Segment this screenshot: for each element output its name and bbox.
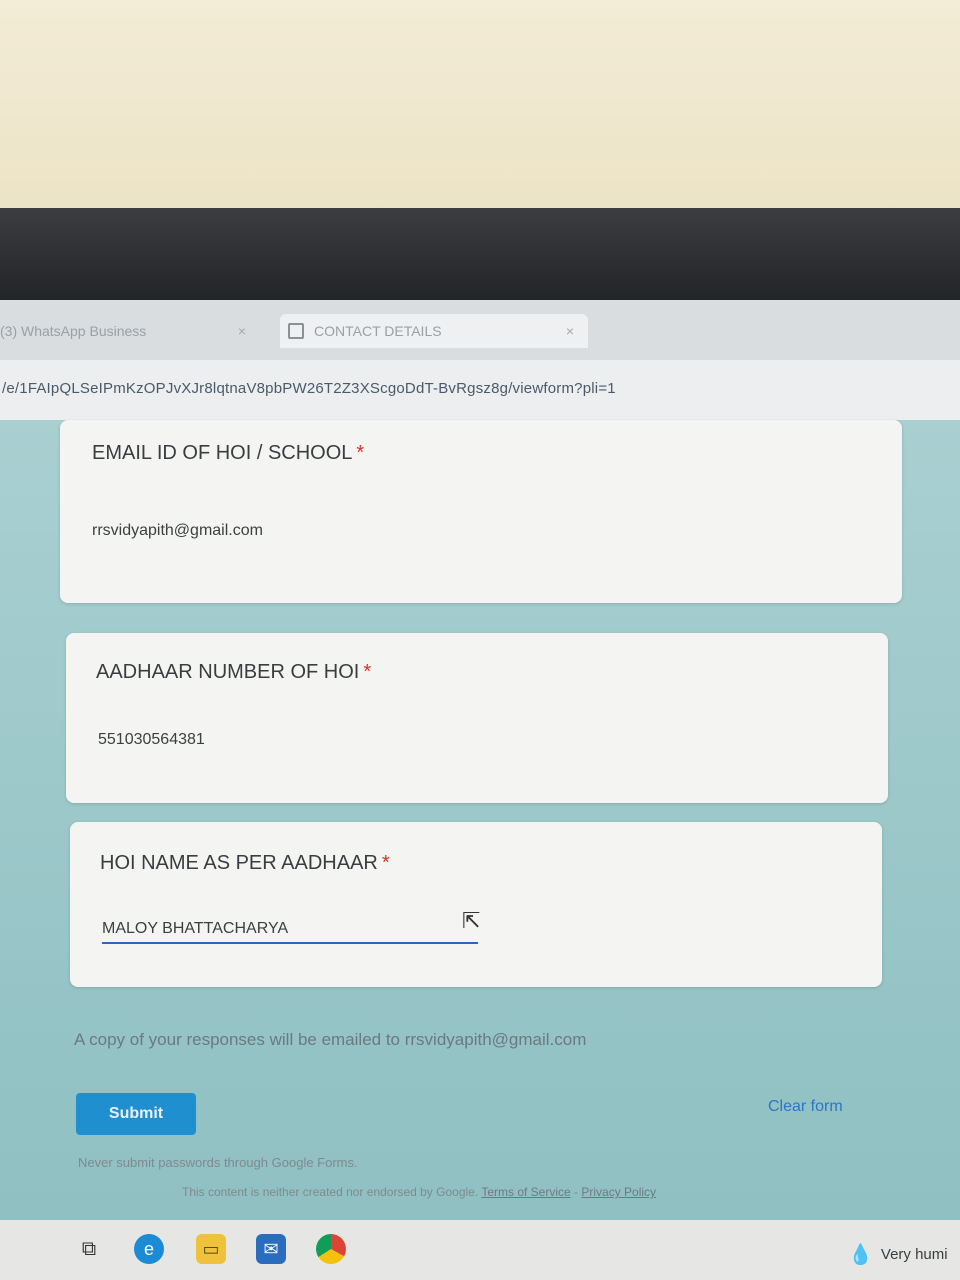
tab-whatsapp[interactable]: (3) WhatsApp Business × <box>0 314 260 348</box>
tab-contact-details[interactable]: CONTACT DETAILS × <box>280 314 588 348</box>
required-mark: * <box>356 442 365 464</box>
terms-link[interactable]: Terms of Service <box>481 1185 570 1199</box>
question-title-text: EMAIL ID OF HOI / SCHOOL <box>92 442 353 464</box>
question-card-aadhaar: AADHAAR NUMBER OF HOI * 551030564381 <box>66 633 888 803</box>
tab-label: CONTACT DETAILS <box>314 323 442 339</box>
wall-background <box>0 0 960 215</box>
question-title-text: HOI NAME AS PER AADHAAR <box>100 852 378 874</box>
file-explorer-icon[interactable]: ▭ <box>196 1234 226 1264</box>
aadhaar-field[interactable]: 551030564381 <box>98 731 205 749</box>
password-warning: Never submit passwords through Google Fo… <box>78 1155 358 1170</box>
required-mark: * <box>381 852 390 874</box>
hoi-name-field[interactable]: MALOY BHATTACHARYA <box>102 920 478 944</box>
weather-text: Very humi <box>880 1246 948 1263</box>
email-field[interactable]: rrsvidyapith@gmail.com <box>92 522 263 540</box>
question-title: EMAIL ID OF HOI / SCHOOL * <box>92 442 364 465</box>
submit-button[interactable]: Submit <box>76 1093 196 1135</box>
close-icon[interactable]: × <box>238 323 246 339</box>
question-title-text: AADHAAR NUMBER OF HOI <box>96 661 360 683</box>
question-title: AADHAAR NUMBER OF HOI * <box>96 661 371 684</box>
taskbar: ⧉ e ▭ ✉ 💧 Very humi <box>0 1220 960 1280</box>
forms-icon <box>288 323 304 339</box>
clear-form-link[interactable]: Clear form <box>768 1098 843 1116</box>
humidity-icon: 💧 <box>848 1244 873 1266</box>
browser-tab-bar: (3) WhatsApp Business × CONTACT DETAILS … <box>0 300 960 360</box>
required-mark: * <box>363 661 372 683</box>
screen: (3) WhatsApp Business × CONTACT DETAILS … <box>0 300 960 1280</box>
mail-icon[interactable]: ✉ <box>256 1234 286 1264</box>
chrome-icon[interactable] <box>316 1234 346 1264</box>
edge-icon[interactable]: e <box>134 1234 164 1264</box>
address-bar[interactable]: /e/1FAIpQLSeIPmKzOPJvXJr8lqtnaV8pbPW26T2… <box>0 360 960 420</box>
task-view-icon[interactable]: ⧉ <box>74 1234 104 1264</box>
copy-note: A copy of your responses will be emailed… <box>74 1030 587 1049</box>
question-card-hoi-name: HOI NAME AS PER AADHAAR * MALOY BHATTACHA… <box>70 822 882 987</box>
weather-widget[interactable]: 💧 Very humi <box>848 1242 948 1267</box>
footer-separator: - <box>574 1185 579 1199</box>
question-card-email: EMAIL ID OF HOI / SCHOOL * rrsvidyapith@g… <box>60 420 902 603</box>
privacy-link[interactable]: Privacy Policy <box>581 1185 656 1199</box>
mouse-pointer-icon: ⇱ <box>462 908 481 933</box>
close-icon[interactable]: × <box>566 323 574 339</box>
question-title: HOI NAME AS PER AADHAAR * <box>100 852 390 875</box>
url-text[interactable]: /e/1FAIpQLSeIPmKzOPJvXJr8lqtnaV8pbPW26T2… <box>2 380 616 397</box>
disclaimer-text: This content is neither created nor endo… <box>182 1185 479 1199</box>
footer-disclaimer: This content is neither created nor endo… <box>182 1185 656 1199</box>
tab-label: (3) WhatsApp Business <box>0 323 147 339</box>
